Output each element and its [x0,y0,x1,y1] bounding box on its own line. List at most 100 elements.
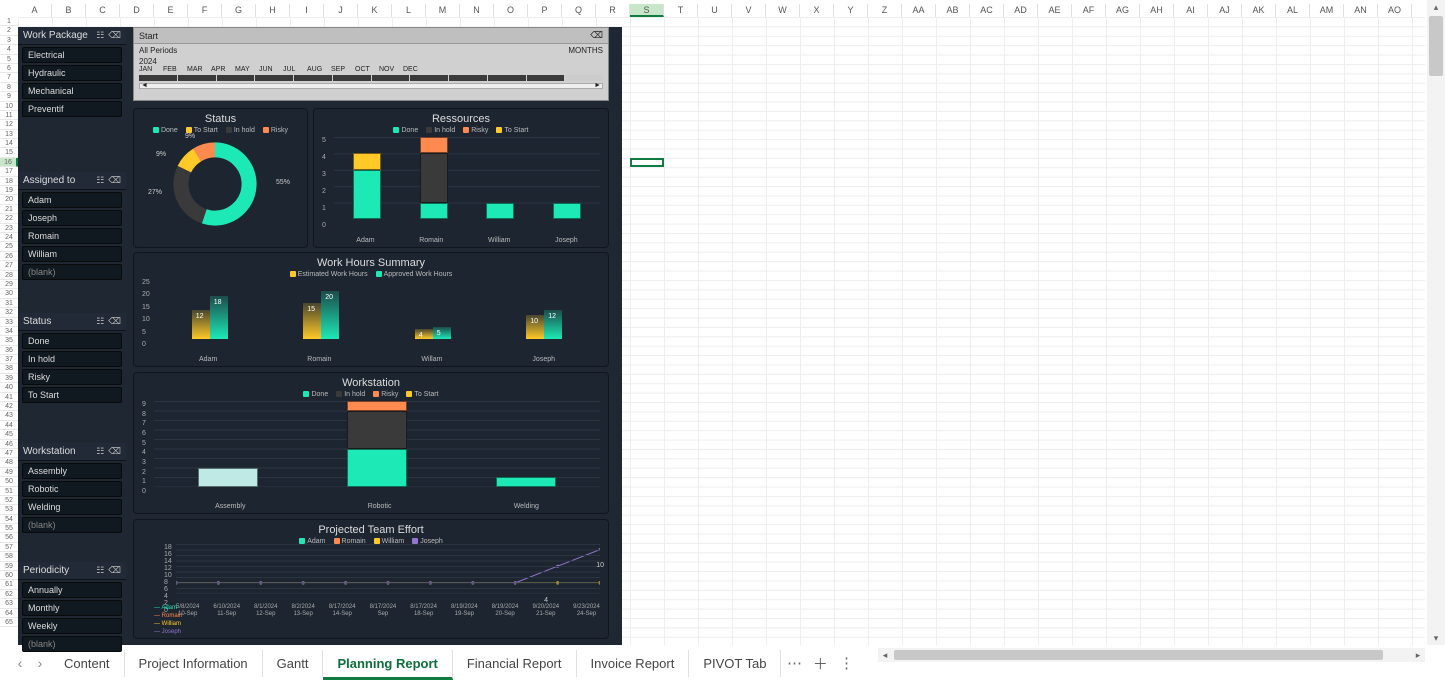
sheet-tab[interactable]: Gantt [263,650,324,677]
column-header[interactable]: G [222,4,256,17]
row-header[interactable]: 12 [0,120,18,129]
column-header[interactable]: D [120,4,154,17]
row-header[interactable]: 14 [0,139,18,148]
column-header[interactable]: Q [562,4,596,17]
column-header[interactable]: AN [1344,4,1378,17]
tabs-menu-icon[interactable]: ⋮ [833,654,859,672]
row-header[interactable]: 61 [0,580,18,589]
row-header[interactable]: 41 [0,393,18,402]
column-header[interactable]: H [256,4,290,17]
multiselect-icon[interactable]: ☷ [96,175,104,186]
multiselect-icon[interactable]: ☷ [96,316,104,327]
column-header[interactable]: I [290,4,324,17]
column-header[interactable]: K [358,4,392,17]
column-header[interactable]: O [494,4,528,17]
clear-filter-icon[interactable]: ⌫ [590,30,603,41]
row-header[interactable]: 5 [0,55,18,64]
row-header[interactable]: 58 [0,552,18,561]
column-header[interactable]: AI [1174,4,1208,17]
row-header[interactable]: 18 [0,177,18,186]
vertical-scrollbar[interactable]: ▴ ▾ [1427,0,1445,645]
timeline-bar[interactable] [139,75,603,81]
row-header[interactable]: 63 [0,599,18,608]
row-header[interactable]: 40 [0,383,18,392]
slicer-item[interactable]: (blank) [22,517,122,533]
slicer-item[interactable]: Preventif [22,101,122,117]
column-header[interactable]: AD [1004,4,1038,17]
column-header[interactable]: AC [970,4,1004,17]
column-header[interactable]: AA [902,4,936,17]
row-header[interactable]: 9 [0,92,18,101]
row-header[interactable]: 22 [0,214,18,223]
row-header[interactable]: 20 [0,195,18,204]
column-header[interactable]: A [18,4,52,17]
timeline-slicer[interactable]: Start⌫ All PeriodsMONTHS 2024 JANFEBMARA… [133,27,609,101]
sheet-tab[interactable]: PIVOT Tab [689,650,781,677]
add-sheet-icon[interactable]: ＋ [807,653,833,674]
row-header[interactable]: 13 [0,130,18,139]
horizontal-scrollbar[interactable]: ◂ ▸ [878,648,1425,662]
column-header[interactable]: Y [834,4,868,17]
slicer-item[interactable]: Assembly [22,463,122,479]
column-header[interactable]: AK [1242,4,1276,17]
slicer-item[interactable]: Electrical [22,47,122,63]
tabs-overflow-icon[interactable]: ⋯ [781,654,807,672]
timeline-granularity[interactable]: MONTHS [568,46,603,55]
row-header[interactable]: 1 [0,17,18,26]
row-header[interactable]: 38 [0,364,18,373]
row-header[interactable]: 64 [0,609,18,618]
row-header[interactable]: 10 [0,102,18,111]
column-header[interactable]: M [426,4,460,17]
clear-filter-icon[interactable]: ⌫ [108,565,121,576]
column-header[interactable]: L [392,4,426,17]
column-header[interactable]: AB [936,4,970,17]
slicer-item[interactable]: (blank) [22,264,122,280]
column-header[interactable]: V [732,4,766,17]
tab-nav-prev[interactable]: ‹ [10,655,30,671]
slicer-item[interactable]: Risky [22,369,122,385]
row-header[interactable]: 23 [0,224,18,233]
row-header[interactable]: 45 [0,430,18,439]
column-header[interactable]: E [154,4,188,17]
scroll-left-icon[interactable]: ◂ [878,648,892,662]
row-header[interactable]: 24 [0,233,18,242]
column-header[interactable]: T [664,4,698,17]
sheet-tab[interactable]: Planning Report [323,650,452,680]
row-header[interactable]: 11 [0,111,18,120]
slicer-item[interactable]: Welding [22,499,122,515]
slicer-periodicity[interactable]: Periodicity ☷⌫ AnnuallyMonthlyWeekly(bla… [18,562,126,645]
sheet-tab[interactable]: Content [50,650,125,677]
row-header[interactable]: 62 [0,590,18,599]
row-header[interactable]: 36 [0,346,18,355]
slicer-item[interactable]: Mechanical [22,83,122,99]
row-header[interactable]: 51 [0,487,18,496]
clear-filter-icon[interactable]: ⌫ [108,446,121,457]
row-header[interactable]: 35 [0,336,18,345]
row-header[interactable]: 59 [0,562,18,571]
row-header[interactable]: 50 [0,477,18,486]
column-header[interactable]: X [800,4,834,17]
sheet-tab[interactable]: Financial Report [453,650,577,677]
row-header[interactable]: 65 [0,618,18,627]
row-header[interactable]: 29 [0,280,18,289]
active-cell[interactable] [630,158,664,167]
column-header[interactable]: AF [1072,4,1106,17]
row-header[interactable]: 30 [0,289,18,298]
row-header[interactable]: 26 [0,252,18,261]
column-header[interactable]: AM [1310,4,1344,17]
sheet-tab[interactable]: Invoice Report [577,650,690,677]
scrollbar-thumb[interactable] [894,650,1383,660]
row-header[interactable]: 56 [0,533,18,542]
column-header[interactable]: Z [868,4,902,17]
clear-filter-icon[interactable]: ⌫ [108,316,121,327]
column-header[interactable]: P [528,4,562,17]
column-header[interactable]: J [324,4,358,17]
column-header[interactable]: AG [1106,4,1140,17]
scroll-right-icon[interactable]: ▸ [1411,648,1425,662]
row-header[interactable]: 37 [0,355,18,364]
column-header[interactable]: AL [1276,4,1310,17]
column-header[interactable]: AE [1038,4,1072,17]
row-header[interactable]: 57 [0,543,18,552]
row-header[interactable]: 19 [0,186,18,195]
scroll-down-icon[interactable]: ▾ [1427,631,1445,645]
